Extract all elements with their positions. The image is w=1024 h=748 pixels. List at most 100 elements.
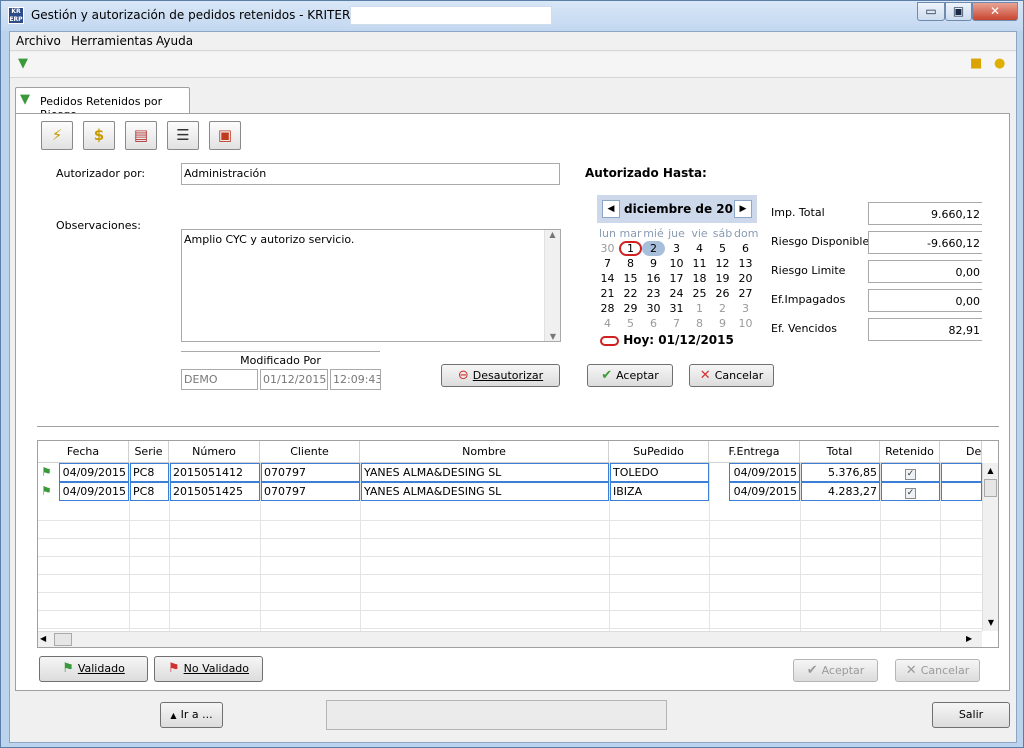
scroll-left-icon[interactable]: ◀ bbox=[40, 634, 46, 643]
cell-numero[interactable]: 2015051412 bbox=[170, 463, 260, 482]
desautorizar-button[interactable]: ⊖ Desautorizar bbox=[441, 364, 560, 387]
table-row[interactable]: ⚑ 04/09/2015 PC8 2015051425 070797 YANES… bbox=[38, 482, 982, 501]
calendar-day[interactable]: 3 bbox=[665, 241, 688, 256]
col-total-pendiente[interactable]: Total Pendiente bbox=[800, 441, 880, 480]
calendar-day[interactable]: 10 bbox=[734, 316, 757, 331]
col-cliente[interactable]: Cliente bbox=[260, 441, 360, 463]
calendar-grid[interactable]: lun mar mié jue vie sáb dom 30 1 2 3 4 5… bbox=[596, 226, 758, 350]
calendar-day[interactable]: 19 bbox=[711, 271, 734, 286]
cell-fentrega[interactable]: 04/09/2015 bbox=[729, 463, 800, 482]
cell-total[interactable]: 5.376,85 bbox=[801, 463, 880, 482]
scroll-down-icon[interactable]: ▼ bbox=[983, 615, 998, 631]
calendar-day[interactable]: 28 bbox=[596, 301, 619, 316]
cell-supedido[interactable]: IBIZA bbox=[610, 482, 709, 501]
cell-nombre[interactable]: YANES ALMA&DESING SL bbox=[361, 482, 609, 501]
calendar-day[interactable]: 4 bbox=[688, 241, 711, 256]
calendar-day[interactable]: 5 bbox=[619, 316, 642, 331]
calendar-day[interactable]: 23 bbox=[642, 286, 665, 301]
col-desb[interactable]: Desb bbox=[940, 441, 982, 463]
calendar-day[interactable]: 12 bbox=[711, 256, 734, 271]
cell-fentrega[interactable]: 04/09/2015 bbox=[729, 482, 800, 501]
col-retenido[interactable]: Retenido bbox=[880, 441, 940, 463]
prev-month-icon[interactable]: ◀ bbox=[602, 200, 620, 218]
validado-button[interactable]: ⚑ Validado bbox=[39, 656, 148, 682]
calendar-day[interactable]: 31 bbox=[665, 301, 688, 316]
observaciones-textarea[interactable]: Amplio CYC y autorizo servicio. ▲ ▼ bbox=[181, 229, 561, 342]
scroll-down-icon[interactable]: ▼ bbox=[545, 332, 560, 341]
calendar-day[interactable]: 25 bbox=[688, 286, 711, 301]
calendar-day[interactable]: 29 bbox=[619, 301, 642, 316]
table-row[interactable]: ⚑ 04/09/2015 PC8 2015051412 070797 YANES… bbox=[38, 463, 982, 482]
calendar-day[interactable]: 16 bbox=[642, 271, 665, 286]
col-nombre[interactable]: Nombre bbox=[360, 441, 609, 463]
col-fentrega[interactable]: F.Entrega bbox=[709, 441, 800, 463]
calendar-day[interactable]: 24 bbox=[665, 286, 688, 301]
retenido-checkbox[interactable]: ✓ bbox=[905, 488, 916, 499]
calendar-day[interactable]: 7 bbox=[665, 316, 688, 331]
note-icon[interactable]: ■ bbox=[970, 56, 982, 72]
pedidos-grid[interactable]: Fecha Serie Número Cliente Nombre SuPedi… bbox=[37, 440, 999, 648]
cell-desb[interactable] bbox=[941, 482, 982, 501]
calendar-day[interactable]: 13 bbox=[734, 256, 757, 271]
calendar-day[interactable]: 4 bbox=[596, 316, 619, 331]
cancelar-button[interactable]: ✕ Cancelar bbox=[689, 364, 774, 387]
cell-numero[interactable]: 2015051425 bbox=[170, 482, 260, 501]
cell-desb[interactable] bbox=[941, 463, 982, 482]
cell-fecha[interactable]: 04/09/2015 bbox=[59, 463, 129, 482]
tab-pedidos-retenidos[interactable]: ▼ Pedidos Retenidos por Riesgo bbox=[15, 87, 190, 121]
calendar-day[interactable]: 5 bbox=[711, 241, 734, 256]
calendar-day[interactable]: 2 bbox=[711, 301, 734, 316]
grid-aceptar-button[interactable]: ✔ Aceptar bbox=[793, 659, 878, 682]
minimize-button[interactable]: ▭ bbox=[917, 2, 945, 21]
autorizado-field[interactable]: Administración bbox=[181, 163, 560, 185]
scroll-up-icon[interactable]: ▲ bbox=[983, 463, 998, 479]
grid-vscrollbar[interactable]: ▲ ▼ bbox=[982, 463, 998, 631]
title-bar[interactable]: KR ERP Gestión y autorización de pedidos… bbox=[1, 1, 1023, 31]
col-fecha[interactable]: Fecha bbox=[38, 441, 129, 463]
list-icon-button[interactable]: ☰ bbox=[167, 121, 199, 150]
aceptar-button[interactable]: ✔ Aceptar bbox=[587, 364, 673, 387]
calendar-day[interactable]: 20 bbox=[734, 271, 757, 286]
scroll-right-icon[interactable]: ▶ bbox=[966, 634, 972, 643]
ir-a-button[interactable]: ▲ Ir a ... bbox=[160, 702, 223, 728]
close-button[interactable]: ✕ bbox=[972, 2, 1018, 21]
lightning-icon-button[interactable]: ⚡ bbox=[41, 121, 73, 150]
cell-serie[interactable]: PC8 bbox=[130, 482, 169, 501]
hscroll-thumb[interactable] bbox=[54, 633, 72, 646]
calendar-day[interactable]: 15 bbox=[619, 271, 642, 286]
calendar-day[interactable]: 6 bbox=[642, 316, 665, 331]
calendar-day[interactable]: 9 bbox=[711, 316, 734, 331]
cell-retenido[interactable]: ✓ bbox=[881, 482, 940, 501]
no-validado-button[interactable]: ⚑ No Validado bbox=[154, 656, 263, 682]
calendar-day[interactable]: 14 bbox=[596, 271, 619, 286]
cell-cliente[interactable]: 070797 bbox=[261, 463, 360, 482]
lightbulb-icon[interactable]: ● bbox=[994, 56, 1005, 72]
filter-icon[interactable]: ▼ bbox=[18, 56, 28, 72]
calendar-today-link[interactable]: Hoy: 01/12/2015 bbox=[596, 331, 758, 350]
calendar-day[interactable]: 11 bbox=[688, 256, 711, 271]
cell-cliente[interactable]: 070797 bbox=[261, 482, 360, 501]
menu-archivo[interactable]: Archivo bbox=[16, 34, 61, 48]
calendar-day[interactable]: 8 bbox=[688, 316, 711, 331]
grid-cancelar-button[interactable]: ✕ Cancelar bbox=[895, 659, 980, 682]
cell-nombre[interactable]: YANES ALMA&DESING SL bbox=[361, 463, 609, 482]
calendar-day[interactable]: 30 bbox=[642, 301, 665, 316]
cell-serie[interactable]: PC8 bbox=[130, 463, 169, 482]
calendar-day[interactable]: 1 bbox=[688, 301, 711, 316]
calendar-day-selected[interactable]: 2 bbox=[642, 241, 665, 256]
col-serie[interactable]: Serie bbox=[129, 441, 169, 463]
maximize-button[interactable]: ▣ bbox=[945, 2, 972, 21]
calendar-day[interactable]: 3 bbox=[734, 301, 757, 316]
retenido-checkbox[interactable]: ✓ bbox=[905, 469, 916, 480]
menu-ayuda[interactable]: Ayuda bbox=[156, 34, 193, 48]
money-icon-button[interactable]: $ bbox=[83, 121, 115, 150]
calendar-icon-button[interactable]: ▤ bbox=[125, 121, 157, 150]
calendar-day[interactable]: 9 bbox=[642, 256, 665, 271]
calendar-day[interactable]: 8 bbox=[619, 256, 642, 271]
calendar-day[interactable]: 7 bbox=[596, 256, 619, 271]
scroll-up-icon[interactable]: ▲ bbox=[545, 230, 560, 239]
print-icon-button[interactable]: ▣ bbox=[209, 121, 241, 150]
cell-supedido[interactable]: TOLEDO bbox=[610, 463, 709, 482]
col-numero[interactable]: Número bbox=[169, 441, 260, 463]
cell-total[interactable]: 4.283,27 bbox=[801, 482, 880, 501]
